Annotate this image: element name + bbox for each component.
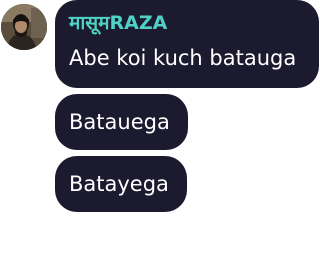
avatar-photo-icon [1, 4, 47, 50]
message-text: Abe koi kuch batauga [69, 46, 297, 70]
sender-avatar-icon[interactable] [1, 4, 47, 50]
message-bubble[interactable]: मासूमRAZA Abe koi kuch batauga [55, 0, 319, 88]
message-text: Batayega [69, 172, 169, 196]
sender-name[interactable]: मासूमRAZA [69, 11, 167, 35]
message-bubble[interactable]: Batauega [55, 94, 188, 150]
chat-message-group: मासूमRAZA Abe koi kuch batauga Batauega … [0, 0, 320, 264]
message-bubble[interactable]: Batayega [55, 156, 187, 212]
message-text: Batauega [69, 110, 170, 134]
